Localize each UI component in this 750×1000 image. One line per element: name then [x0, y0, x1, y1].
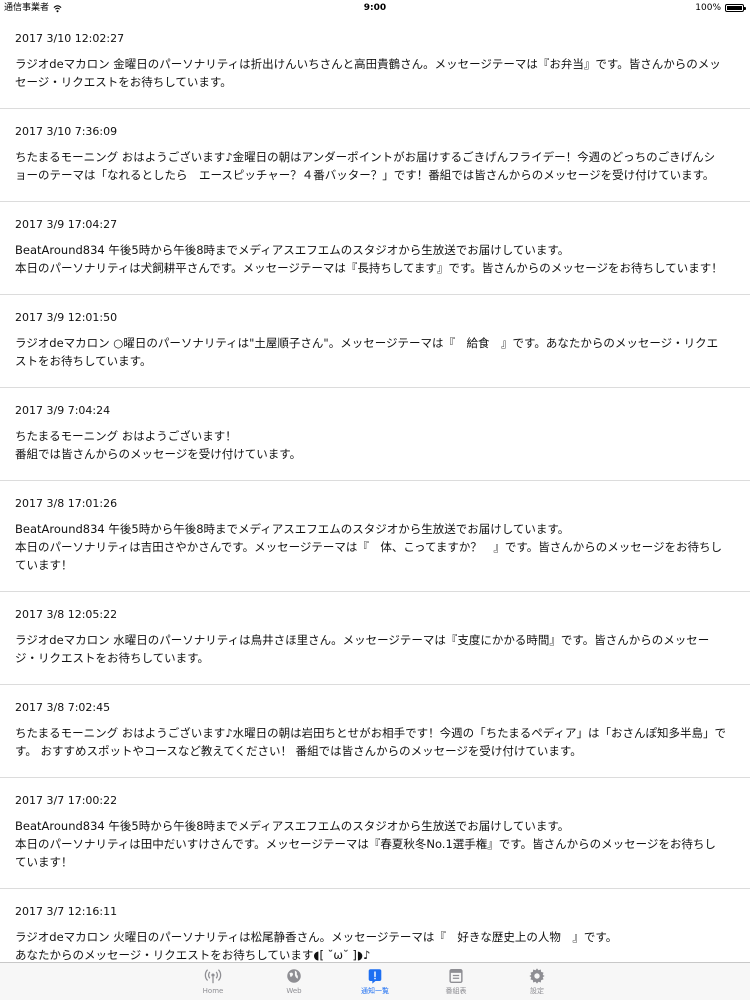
notification-timestamp: 2017 3/8 12:05:22	[15, 608, 118, 621]
status-right: 100%	[695, 0, 746, 16]
notification-timestamp: 2017 3/8 17:01:26	[15, 497, 118, 510]
notification-message: ラジオdeマカロン 水曜日のパーソナリティは鳥井さほ里さん。メッセージテーマは『…	[15, 633, 710, 665]
tab-label: Web	[286, 987, 302, 995]
notification-message: BeatAround834 午後5時から午後8時までメディアスエフエムのスタジオ…	[15, 819, 716, 869]
notification-list[interactable]: 2017 3/10 12:02:27 ラジオdeマカロン 金曜日のパーソナリティは…	[0, 16, 750, 961]
battery-percent: 100%	[695, 3, 721, 13]
battery-level	[727, 6, 742, 10]
notification-item[interactable]: 2017 3/8 7:02:45 ちたまるモーニング おはようございます♪水曜日の…	[0, 685, 750, 778]
tab-bar: Home Web 通知一覧 番組表 設定	[0, 962, 750, 1000]
notification-item[interactable]: 2017 3/10 12:02:27 ラジオdeマカロン 金曜日のパーソナリティは…	[0, 16, 750, 109]
schedule-icon	[449, 968, 463, 984]
notification-item[interactable]: 2017 3/9 17:04:27 BeatAround834 午後5時から午後8…	[0, 202, 750, 295]
notification-timestamp: 2017 3/8 7:02:45	[15, 701, 111, 714]
tab-schedule[interactable]: 番組表	[428, 967, 484, 996]
tab-label: 通知一覧	[361, 987, 389, 995]
status-time: 9:00	[363, 3, 387, 13]
globe-icon	[287, 969, 301, 983]
notification-item[interactable]: 2017 3/9 12:01:50 ラジオdeマカロン ○曜日のパーソナリティは"…	[0, 295, 750, 388]
notification-item[interactable]: 2017 3/7 17:00:22 BeatAround834 午後5時から午後8…	[0, 778, 750, 889]
gear-icon	[529, 968, 545, 984]
notification-timestamp: 2017 3/9 12:01:50	[15, 311, 118, 324]
notification-message: ちたまるモーニング おはようございます！ 番組では皆さんからのメッセージを受け付…	[15, 429, 302, 461]
notification-item[interactable]: 2017 3/10 7:36:09 ちたまるモーニング おはようございます♪金曜日…	[0, 109, 750, 202]
notification-timestamp: 2017 3/9 7:04:24	[15, 404, 111, 417]
notification-timestamp: 2017 3/9 17:04:27	[15, 218, 118, 231]
notification-message: BeatAround834 午後5時から午後8時までメディアスエフエムのスタジオ…	[15, 243, 723, 275]
notification-message: ラジオdeマカロン 金曜日のパーソナリティは折出けんいちさんと高田貴鶴さん。メッ…	[15, 57, 721, 89]
tab-label: 番組表	[445, 987, 467, 995]
notification-item[interactable]: 2017 3/7 12:16:11 ラジオdeマカロン 火曜日のパーソナリティは松…	[0, 889, 750, 961]
tab-label: 設定	[530, 987, 544, 995]
notification-timestamp: 2017 3/10 7:36:09	[15, 125, 118, 138]
notification-message: ラジオdeマカロン 火曜日のパーソナリティは松尾静香さん。メッセージテーマは『 …	[15, 930, 618, 961]
notification-message: BeatAround834 午後5時から午後8時までメディアスエフエムのスタジオ…	[15, 522, 723, 572]
notification-message: ちたまるモーニング おはようございます♪金曜日の朝はアンダーポイントがお届けする…	[15, 150, 716, 182]
battery-icon	[725, 4, 746, 12]
notification-item[interactable]: 2017 3/8 17:01:26 BeatAround834 午後5時から午後8…	[0, 481, 750, 592]
notification-icon	[368, 969, 382, 984]
broadcast-icon	[204, 969, 222, 984]
tab-label: Home	[202, 987, 224, 995]
notification-item[interactable]: 2017 3/8 12:05:22 ラジオdeマカロン 水曜日のパーソナリティは鳥…	[0, 592, 750, 685]
notification-timestamp: 2017 3/10 12:02:27	[15, 32, 125, 45]
tab-globe[interactable]: Web	[266, 967, 322, 996]
notification-message: ラジオdeマカロン ○曜日のパーソナリティは"土屋順子さん"。メッセージテーマは…	[15, 336, 719, 368]
tab-gear[interactable]: 設定	[509, 967, 565, 996]
notification-timestamp: 2017 3/7 12:16:11	[15, 905, 118, 918]
notification-item[interactable]: 2017 3/9 7:04:24 ちたまるモーニング おはようございます！ 番組で…	[0, 388, 750, 481]
tab-notification[interactable]: 通知一覧	[347, 967, 403, 996]
notification-message: ちたまるモーニング おはようございます♪水曜日の朝は岩田ちとせがお相手です！今週…	[15, 726, 726, 758]
tab-broadcast[interactable]: Home	[185, 967, 241, 996]
notification-timestamp: 2017 3/7 17:00:22	[15, 794, 118, 807]
status-bar: 通信事業者 9:00 100%	[0, 0, 750, 16]
